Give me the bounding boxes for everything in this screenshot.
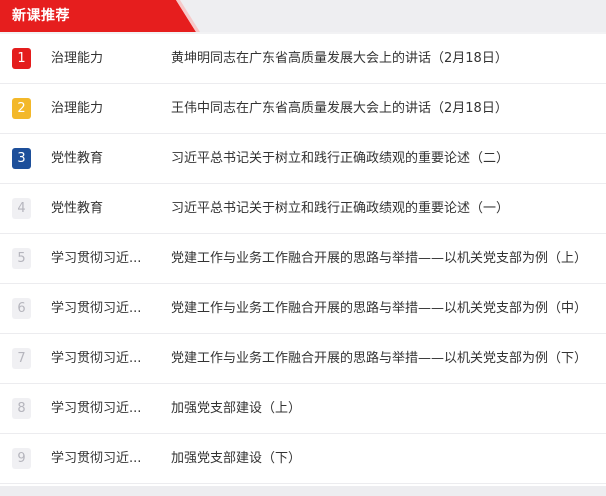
course-category: 学习贯彻习近... bbox=[51, 401, 142, 416]
course-title-link[interactable]: 加强党支部建设（下） bbox=[171, 434, 601, 484]
rank-badge: 4 bbox=[12, 198, 31, 219]
rank-badge: 8 bbox=[12, 398, 31, 419]
course-category: 学习贯彻习近... bbox=[51, 301, 142, 316]
course-title-link[interactable]: 王伟中同志在广东省高质量发展大会上的讲话（2月18日） bbox=[171, 84, 601, 134]
course-list: 1 治理能力 黄坤明同志在广东省高质量发展大会上的讲话（2月18日） 2 治理能… bbox=[0, 34, 606, 486]
panel-header: 新课推荐 bbox=[0, 0, 606, 32]
panel-title: 新课推荐 bbox=[12, 8, 70, 24]
rank-badge: 2 bbox=[12, 98, 31, 119]
course-row[interactable]: 4 党性教育 习近平总书记关于树立和践行正确政绩观的重要论述（一） bbox=[0, 184, 606, 234]
course-title-link[interactable]: 加强党支部建设（上） bbox=[171, 384, 601, 434]
new-course-recommendation-panel: 新课推荐 1 治理能力 黄坤明同志在广东省高质量发展大会上的讲话（2月18日） … bbox=[0, 0, 606, 496]
rank-badge: 9 bbox=[12, 448, 31, 469]
course-category: 党性教育 bbox=[51, 201, 104, 216]
course-category: 学习贯彻习近... bbox=[51, 251, 142, 266]
rank-badge: 1 bbox=[12, 48, 31, 69]
course-row[interactable]: 6 学习贯彻习近... 党建工作与业务工作融合开展的思路与举措——以机关党支部为… bbox=[0, 284, 606, 334]
course-category: 治理能力 bbox=[51, 51, 104, 66]
course-category: 学习贯彻习近... bbox=[51, 351, 142, 366]
rank-badge: 7 bbox=[12, 348, 31, 369]
rank-badge: 5 bbox=[12, 248, 31, 269]
course-category: 治理能力 bbox=[51, 101, 104, 116]
course-row[interactable]: 8 学习贯彻习近... 加强党支部建设（上） bbox=[0, 384, 606, 434]
rank-badge: 3 bbox=[12, 148, 31, 169]
course-title-link[interactable]: 习近平总书记关于树立和践行正确政绩观的重要论述（一） bbox=[171, 184, 601, 234]
course-title-link[interactable]: 习近平总书记关于树立和践行正确政绩观的重要论述（二） bbox=[171, 134, 601, 184]
course-title-link[interactable]: 黄坤明同志在广东省高质量发展大会上的讲话（2月18日） bbox=[171, 34, 601, 84]
course-row[interactable]: 1 治理能力 黄坤明同志在广东省高质量发展大会上的讲话（2月18日） bbox=[0, 34, 606, 84]
bottom-divider bbox=[0, 486, 606, 496]
course-title-link[interactable]: 党建工作与业务工作融合开展的思路与举措——以机关党支部为例（中） bbox=[171, 284, 601, 334]
course-row[interactable]: 7 学习贯彻习近... 党建工作与业务工作融合开展的思路与举措——以机关党支部为… bbox=[0, 334, 606, 384]
course-category: 学习贯彻习近... bbox=[51, 451, 142, 466]
course-row[interactable]: 3 党性教育 习近平总书记关于树立和践行正确政绩观的重要论述（二） bbox=[0, 134, 606, 184]
course-title-link[interactable]: 党建工作与业务工作融合开展的思路与举措——以机关党支部为例（下） bbox=[171, 334, 601, 384]
course-row[interactable]: 9 学习贯彻习近... 加强党支部建设（下） bbox=[0, 434, 606, 484]
course-title-link[interactable]: 党建工作与业务工作融合开展的思路与举措——以机关党支部为例（上） bbox=[171, 234, 601, 284]
course-row[interactable]: 5 学习贯彻习近... 党建工作与业务工作融合开展的思路与举措——以机关党支部为… bbox=[0, 234, 606, 284]
rank-badge: 6 bbox=[12, 298, 31, 319]
course-row[interactable]: 2 治理能力 王伟中同志在广东省高质量发展大会上的讲话（2月18日） bbox=[0, 84, 606, 134]
course-category: 党性教育 bbox=[51, 151, 104, 166]
